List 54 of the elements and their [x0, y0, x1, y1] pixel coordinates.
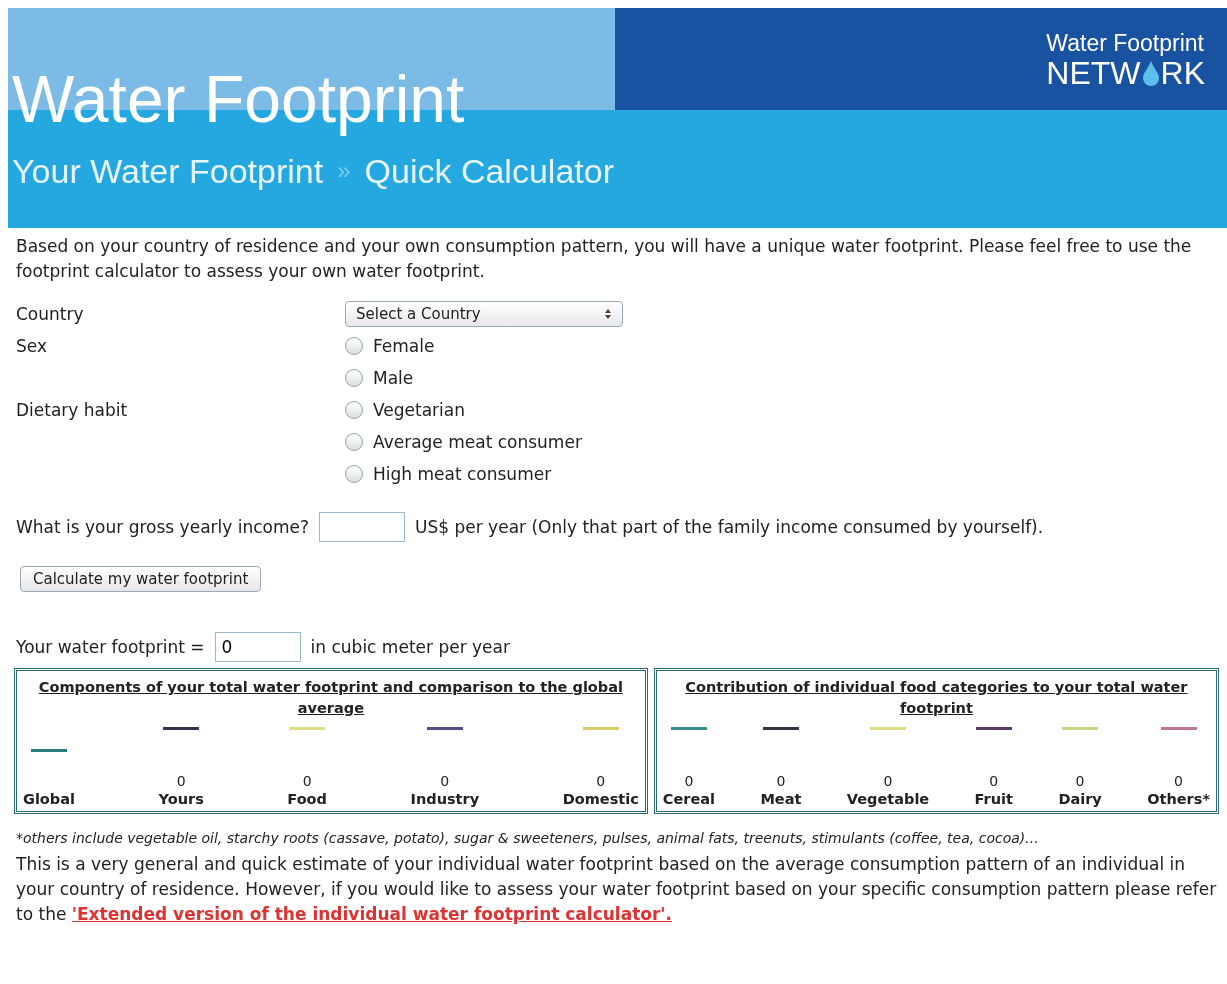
category-label: Others* [1147, 791, 1210, 807]
radio-label[interactable]: High meat consumer [373, 464, 552, 484]
category-label: Global [23, 791, 75, 807]
logo-text: NETW [1046, 56, 1141, 89]
category-label: Domestic [562, 791, 639, 807]
category-label: Industry [410, 791, 480, 807]
breadcrumb-separator: » [337, 157, 351, 185]
result-unit: in cubic meter per year [310, 637, 510, 657]
value-text: 0 [440, 773, 450, 789]
value-text: 0 [1075, 773, 1085, 789]
category-label: Fruit [974, 791, 1013, 807]
calculate-button[interactable]: Calculate my water footprint [20, 566, 262, 592]
value-text: 0 [989, 773, 999, 789]
value-text: 0 [302, 773, 312, 789]
radio-button[interactable] [345, 433, 363, 451]
radio-button[interactable] [345, 337, 363, 355]
radio-button[interactable] [345, 401, 363, 419]
category-label: Yours [158, 791, 204, 807]
radio-label[interactable]: Average meat consumer [373, 432, 582, 452]
panel-title: Components of your total water footprint and comparison to the global average [37, 678, 624, 718]
closing-text: This is a very general and quick estimate of your individual water footprint based on the average consumption pattern of an individual in your country of residence. However, if you would like to assess your water footprint based on your specific consumption pattern please refer to the 'Extended version of the individual water footprint calculator'. [16, 853, 1218, 926]
logo-text: RK [1160, 56, 1205, 89]
updown-arrows-icon [604, 308, 612, 320]
value-text: 0 [776, 773, 786, 789]
income-field[interactable] [319, 512, 405, 542]
field-label: What is your gross yearly income? [16, 517, 309, 537]
extended-calculator-link[interactable]: 'Extended version of the individual water footprint calculator'. [71, 904, 672, 924]
category-label: Cereal [662, 791, 715, 807]
category-label: Meat [760, 791, 802, 807]
field-label: Sex [16, 335, 48, 358]
value-text: 0 [596, 773, 606, 789]
value-text: 0 [883, 773, 893, 789]
field-suffix: US$ per year (Only that part of the family income consumed by yourself). [415, 517, 1044, 537]
intro-text: Based on your country of residence and your own consumption pattern, you will have a unique water footprint. Please feel free to use the footprint calculator to assess your own water footprint. [16, 235, 1193, 283]
value-text: 0 [1174, 773, 1184, 789]
category-label: Vegetable [846, 791, 930, 807]
value-text: 0 [684, 773, 694, 789]
radio-button[interactable] [345, 369, 363, 387]
radio-button[interactable] [345, 465, 363, 483]
result-field[interactable]: 0 [214, 632, 301, 662]
result-label: Your water footprint = [16, 637, 205, 657]
category-label: Dairy [1058, 791, 1102, 807]
radio-label[interactable]: Male [373, 368, 414, 388]
logo-text: Water Footprint [1046, 29, 1204, 57]
breadcrumb-current: Quick Calculator [364, 151, 614, 191]
radio-label[interactable]: Female [373, 336, 435, 356]
field-label: Dietary habit [16, 399, 129, 422]
field-label: Country [16, 303, 85, 326]
panel-title: Contribution of individual food categories to your total water footprint [684, 678, 1189, 718]
footnote: *others include vegetable oil, starchy roots (cassave, potato), sugar & sweeteners, pulses, animal fats, treenuts, stimulants (coffee, tea, cocoa)... [16, 829, 1040, 848]
category-label: Food [287, 791, 327, 807]
value-text: 0 [176, 773, 186, 789]
country-select[interactable]: Select a Country [345, 301, 623, 327]
radio-label[interactable]: Vegetarian [373, 400, 465, 420]
